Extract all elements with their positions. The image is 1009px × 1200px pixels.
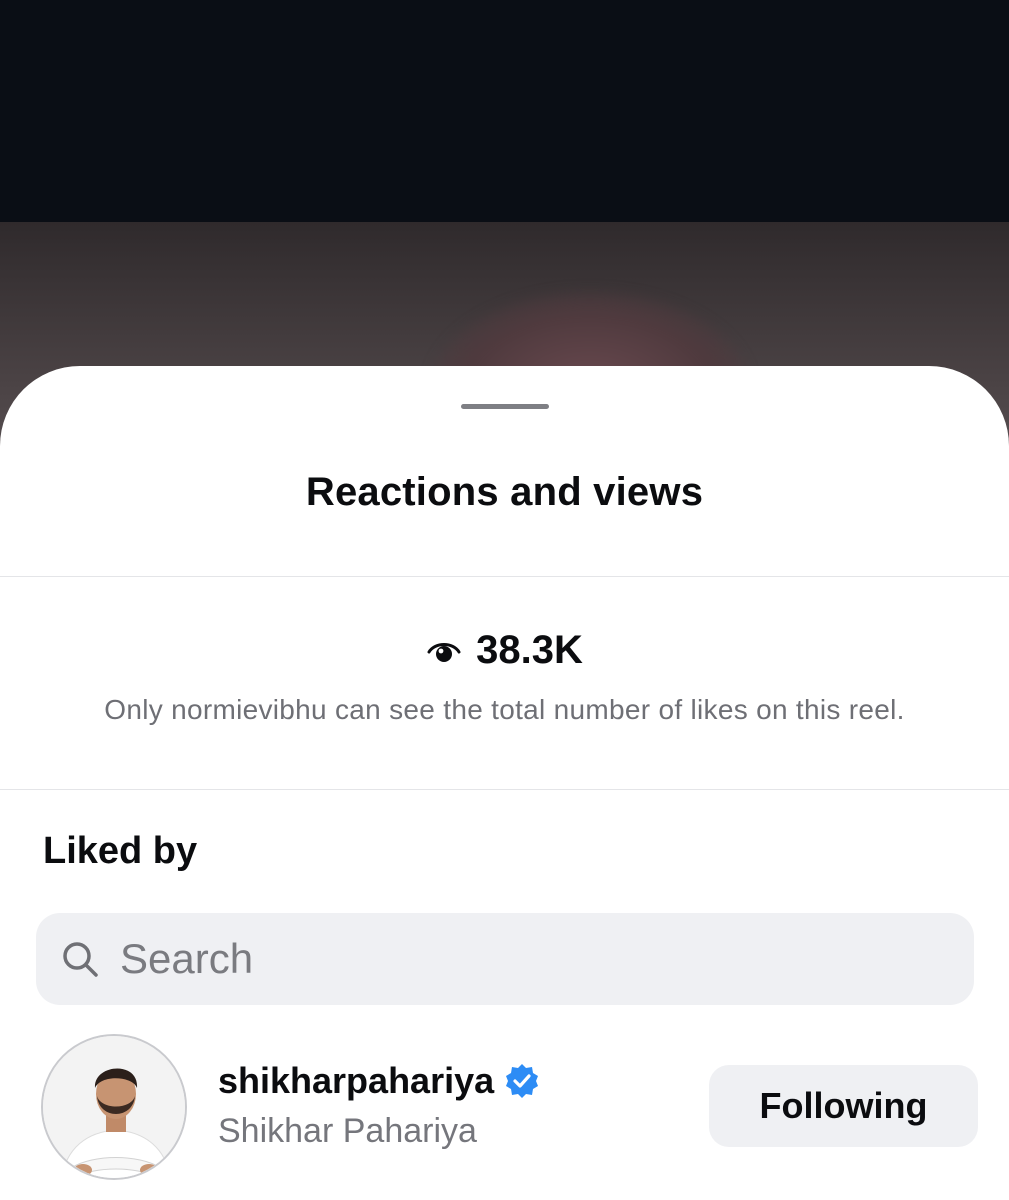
search-icon [63, 942, 98, 977]
divider [0, 576, 1009, 577]
avatar[interactable] [41, 1034, 187, 1180]
likes-privacy-note: Only normievibhu can see the total numbe… [104, 694, 905, 725]
views-count: 38.3K [476, 628, 583, 672]
eye-icon [427, 642, 461, 662]
username-text[interactable]: shikharpahariya [218, 1060, 494, 1102]
sheet-grabber-handle[interactable] [461, 404, 549, 409]
search-bar[interactable] [36, 913, 974, 1005]
views-count-row: 38.3K [0, 628, 1009, 673]
liker-full-name: Shikhar Pahariya [218, 1112, 477, 1150]
search-input[interactable] [120, 935, 900, 983]
profile-photo [43, 1036, 185, 1178]
liker-row[interactable]: shikharpahariya Shikhar Pahariya Followi… [0, 1034, 1009, 1184]
divider [0, 789, 1009, 790]
liker-username[interactable]: shikharpahariya [218, 1060, 540, 1102]
reactions-sheet: Reactions and views 38.3K Only normievib… [0, 366, 1009, 1200]
liked-by-heading: Liked by [43, 830, 198, 872]
following-button[interactable]: Following [709, 1065, 978, 1147]
status-area [0, 0, 1009, 222]
sheet-title: Reactions and views [305, 470, 704, 514]
verified-badge-icon [506, 1064, 539, 1098]
